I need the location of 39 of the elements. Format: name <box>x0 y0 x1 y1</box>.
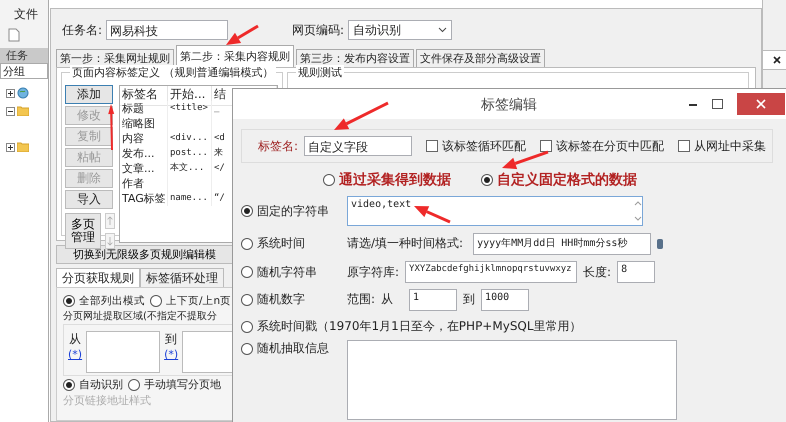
from-label: 从 <box>381 291 394 308</box>
encoding-label: 网页编码: <box>292 22 344 38</box>
checkbox-label: 从网址中采集 <box>694 138 766 154</box>
format-option-label: 系统时间戳（1970年1月1日至今，在PHP+MySQL里常用） <box>257 318 582 335</box>
group-title: 页面内容标签定义 （规则普通编辑模式） <box>70 65 276 80</box>
format-option-label: 随机字符串 <box>257 264 317 280</box>
group-title: 规则测试 <box>296 65 344 80</box>
range-label: 范围: <box>347 291 376 308</box>
checkbox-label: 该标签在分页中匹配 <box>556 138 664 154</box>
to-label: 到 <box>463 291 476 308</box>
from-label: 从 <box>69 331 82 348</box>
table-cell: 文章... <box>120 161 168 176</box>
table-cell: post... <box>168 146 212 161</box>
to-label: 到 <box>165 331 178 348</box>
radio-label: 全部列出模式 <box>79 294 145 308</box>
radio-label: 自动识别 <box>79 377 123 392</box>
table-cell: <div... <box>168 131 212 146</box>
group-header: 分组 <box>0 63 48 79</box>
table-cell: 作者 <box>120 176 168 191</box>
table-cell: 发布... <box>120 146 168 161</box>
dialog-title: 标签编辑 <box>481 96 537 114</box>
task-name-label: 任务名: <box>62 22 102 38</box>
link-style-label: 分页链接地址样式 <box>63 393 151 408</box>
length-label: 长度: <box>583 264 612 280</box>
charset-label: 原字符库: <box>347 264 400 280</box>
checkbox-label: 该标签循环匹配 <box>442 138 526 154</box>
radio-label: 手动填写分页地 <box>144 377 221 392</box>
table-cell: 内容 <box>120 131 168 146</box>
table-cell: TAG标签 <box>120 191 168 206</box>
source-option-label: 自定义固定格式的数据 <box>497 171 637 189</box>
source-option-label: 通过采集得到数据 <box>339 171 451 189</box>
table-cell: name... <box>168 191 212 206</box>
radio-label: 上下页/上n页 <box>166 294 232 308</box>
table-cell: 缩略图 <box>120 116 168 131</box>
format-option-label: 随机数字 <box>257 291 305 308</box>
table-cell: 本文... <box>168 161 212 176</box>
panel-header: 任务 <box>0 48 48 63</box>
area-label: 分页网址提取区域(不指定不提取分 <box>63 310 217 323</box>
format-option-label: 随机抽取信息 <box>257 340 329 357</box>
